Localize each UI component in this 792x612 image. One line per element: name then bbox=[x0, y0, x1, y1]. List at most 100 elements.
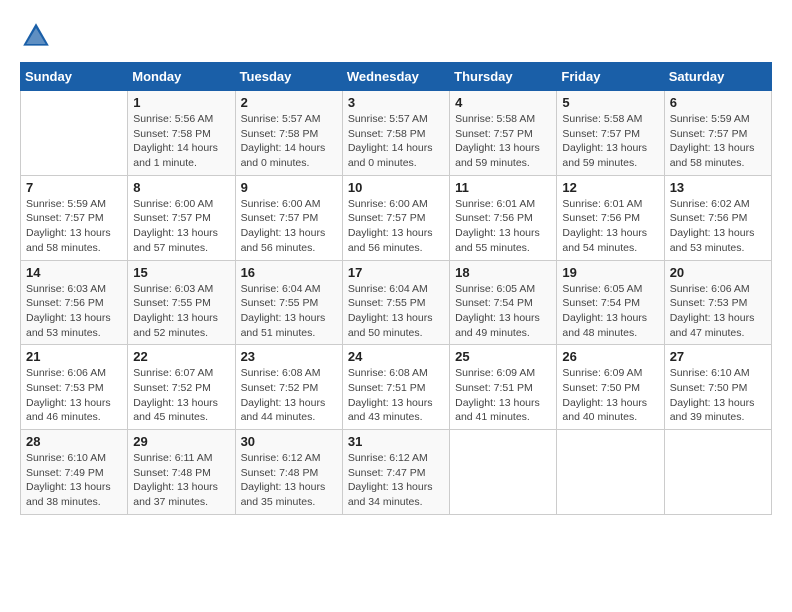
day-info: Sunrise: 6:03 AM Sunset: 7:55 PM Dayligh… bbox=[133, 282, 229, 341]
logo bbox=[20, 20, 56, 52]
day-cell bbox=[557, 430, 664, 515]
weekday-tuesday: Tuesday bbox=[235, 63, 342, 91]
day-cell: 13 Sunrise: 6:02 AM Sunset: 7:56 PM Dayli… bbox=[664, 175, 771, 260]
day-cell: 5 Sunrise: 5:58 AM Sunset: 7:57 PM Daylig… bbox=[557, 91, 664, 176]
day-info: Sunrise: 6:03 AM Sunset: 7:56 PM Dayligh… bbox=[26, 282, 122, 341]
day-info: Sunrise: 6:10 AM Sunset: 7:50 PM Dayligh… bbox=[670, 366, 766, 425]
day-number: 2 bbox=[241, 95, 337, 110]
day-info: Sunrise: 6:10 AM Sunset: 7:49 PM Dayligh… bbox=[26, 451, 122, 510]
day-cell: 2 Sunrise: 5:57 AM Sunset: 7:58 PM Daylig… bbox=[235, 91, 342, 176]
day-cell: 22 Sunrise: 6:07 AM Sunset: 7:52 PM Dayli… bbox=[128, 345, 235, 430]
week-row-3: 14 Sunrise: 6:03 AM Sunset: 7:56 PM Dayli… bbox=[21, 260, 772, 345]
day-number: 7 bbox=[26, 180, 122, 195]
weekday-thursday: Thursday bbox=[450, 63, 557, 91]
day-number: 12 bbox=[562, 180, 658, 195]
day-number: 8 bbox=[133, 180, 229, 195]
day-info: Sunrise: 6:09 AM Sunset: 7:51 PM Dayligh… bbox=[455, 366, 551, 425]
weekday-wednesday: Wednesday bbox=[342, 63, 449, 91]
day-info: Sunrise: 5:58 AM Sunset: 7:57 PM Dayligh… bbox=[455, 112, 551, 171]
day-number: 27 bbox=[670, 349, 766, 364]
day-number: 10 bbox=[348, 180, 444, 195]
day-info: Sunrise: 6:02 AM Sunset: 7:56 PM Dayligh… bbox=[670, 197, 766, 256]
day-number: 22 bbox=[133, 349, 229, 364]
day-cell: 15Sunrise: 6:03 AM Sunset: 7:55 PM Dayli… bbox=[128, 260, 235, 345]
day-number: 30 bbox=[241, 434, 337, 449]
day-cell bbox=[21, 91, 128, 176]
day-cell: 29 Sunrise: 6:11 AM Sunset: 7:48 PM Dayli… bbox=[128, 430, 235, 515]
day-info: Sunrise: 6:00 AM Sunset: 7:57 PM Dayligh… bbox=[348, 197, 444, 256]
day-cell: 21 Sunrise: 6:06 AM Sunset: 7:53 PM Dayli… bbox=[21, 345, 128, 430]
calendar-body: 1 Sunrise: 5:56 AM Sunset: 7:58 PM Daylig… bbox=[21, 91, 772, 515]
day-number: 16 bbox=[241, 265, 337, 280]
day-info: Sunrise: 6:08 AM Sunset: 7:52 PM Dayligh… bbox=[241, 366, 337, 425]
weekday-saturday: Saturday bbox=[664, 63, 771, 91]
day-number: 20 bbox=[670, 265, 766, 280]
day-cell: 11 Sunrise: 6:01 AM Sunset: 7:56 PM Dayli… bbox=[450, 175, 557, 260]
day-cell: 20 Sunrise: 6:06 AM Sunset: 7:53 PM Dayli… bbox=[664, 260, 771, 345]
day-info: Sunrise: 6:06 AM Sunset: 7:53 PM Dayligh… bbox=[26, 366, 122, 425]
weekday-sunday: Sunday bbox=[21, 63, 128, 91]
day-cell: 23 Sunrise: 6:08 AM Sunset: 7:52 PM Dayli… bbox=[235, 345, 342, 430]
day-info: Sunrise: 6:06 AM Sunset: 7:53 PM Dayligh… bbox=[670, 282, 766, 341]
day-number: 3 bbox=[348, 95, 444, 110]
day-cell: 7Sunrise: 5:59 AM Sunset: 7:57 PM Daylig… bbox=[21, 175, 128, 260]
day-info: Sunrise: 6:00 AM Sunset: 7:57 PM Dayligh… bbox=[133, 197, 229, 256]
day-number: 24 bbox=[348, 349, 444, 364]
day-info: Sunrise: 5:56 AM Sunset: 7:58 PM Dayligh… bbox=[133, 112, 229, 171]
day-cell: 31 Sunrise: 6:12 AM Sunset: 7:47 PM Dayli… bbox=[342, 430, 449, 515]
day-cell: 10 Sunrise: 6:00 AM Sunset: 7:57 PM Dayli… bbox=[342, 175, 449, 260]
day-number: 6 bbox=[670, 95, 766, 110]
day-info: Sunrise: 6:00 AM Sunset: 7:57 PM Dayligh… bbox=[241, 197, 337, 256]
week-row-1: 1 Sunrise: 5:56 AM Sunset: 7:58 PM Daylig… bbox=[21, 91, 772, 176]
day-info: Sunrise: 6:05 AM Sunset: 7:54 PM Dayligh… bbox=[562, 282, 658, 341]
day-number: 29 bbox=[133, 434, 229, 449]
day-number: 14 bbox=[26, 265, 122, 280]
week-row-5: 28 Sunrise: 6:10 AM Sunset: 7:49 PM Dayli… bbox=[21, 430, 772, 515]
calendar-table: SundayMondayTuesdayWednesdayThursdayFrid… bbox=[20, 62, 772, 515]
day-number: 5 bbox=[562, 95, 658, 110]
day-number: 25 bbox=[455, 349, 551, 364]
day-cell: 25 Sunrise: 6:09 AM Sunset: 7:51 PM Dayli… bbox=[450, 345, 557, 430]
day-number: 26 bbox=[562, 349, 658, 364]
day-info: Sunrise: 5:58 AM Sunset: 7:57 PM Dayligh… bbox=[562, 112, 658, 171]
day-cell: 19 Sunrise: 6:05 AM Sunset: 7:54 PM Dayli… bbox=[557, 260, 664, 345]
week-row-4: 21 Sunrise: 6:06 AM Sunset: 7:53 PM Dayli… bbox=[21, 345, 772, 430]
day-cell: 6 Sunrise: 5:59 AM Sunset: 7:57 PM Daylig… bbox=[664, 91, 771, 176]
day-info: Sunrise: 6:09 AM Sunset: 7:50 PM Dayligh… bbox=[562, 366, 658, 425]
day-number: 9 bbox=[241, 180, 337, 195]
day-cell: 9 Sunrise: 6:00 AM Sunset: 7:57 PM Daylig… bbox=[235, 175, 342, 260]
day-number: 11 bbox=[455, 180, 551, 195]
day-info: Sunrise: 6:01 AM Sunset: 7:56 PM Dayligh… bbox=[455, 197, 551, 256]
day-number: 4 bbox=[455, 95, 551, 110]
day-info: Sunrise: 6:04 AM Sunset: 7:55 PM Dayligh… bbox=[241, 282, 337, 341]
weekday-header-row: SundayMondayTuesdayWednesdayThursdayFrid… bbox=[21, 63, 772, 91]
day-number: 17 bbox=[348, 265, 444, 280]
day-info: Sunrise: 6:12 AM Sunset: 7:48 PM Dayligh… bbox=[241, 451, 337, 510]
day-info: Sunrise: 6:12 AM Sunset: 7:47 PM Dayligh… bbox=[348, 451, 444, 510]
week-row-2: 7Sunrise: 5:59 AM Sunset: 7:57 PM Daylig… bbox=[21, 175, 772, 260]
day-cell: 8 Sunrise: 6:00 AM Sunset: 7:57 PM Daylig… bbox=[128, 175, 235, 260]
logo-icon bbox=[20, 20, 52, 52]
day-cell: 24Sunrise: 6:08 AM Sunset: 7:51 PM Dayli… bbox=[342, 345, 449, 430]
day-cell: 1 Sunrise: 5:56 AM Sunset: 7:58 PM Daylig… bbox=[128, 91, 235, 176]
day-number: 31 bbox=[348, 434, 444, 449]
day-cell: 17Sunrise: 6:04 AM Sunset: 7:55 PM Dayli… bbox=[342, 260, 449, 345]
day-cell: 30 Sunrise: 6:12 AM Sunset: 7:48 PM Dayli… bbox=[235, 430, 342, 515]
day-info: Sunrise: 5:57 AM Sunset: 7:58 PM Dayligh… bbox=[241, 112, 337, 171]
weekday-monday: Monday bbox=[128, 63, 235, 91]
day-cell: 26 Sunrise: 6:09 AM Sunset: 7:50 PM Dayli… bbox=[557, 345, 664, 430]
day-number: 23 bbox=[241, 349, 337, 364]
day-cell: 18Sunrise: 6:05 AM Sunset: 7:54 PM Dayli… bbox=[450, 260, 557, 345]
day-number: 19 bbox=[562, 265, 658, 280]
day-number: 13 bbox=[670, 180, 766, 195]
day-info: Sunrise: 6:07 AM Sunset: 7:52 PM Dayligh… bbox=[133, 366, 229, 425]
day-number: 1 bbox=[133, 95, 229, 110]
day-info: Sunrise: 6:05 AM Sunset: 7:54 PM Dayligh… bbox=[455, 282, 551, 341]
day-info: Sunrise: 5:59 AM Sunset: 7:57 PM Dayligh… bbox=[670, 112, 766, 171]
day-cell: 12Sunrise: 6:01 AM Sunset: 7:56 PM Dayli… bbox=[557, 175, 664, 260]
day-info: Sunrise: 6:11 AM Sunset: 7:48 PM Dayligh… bbox=[133, 451, 229, 510]
day-cell: 28 Sunrise: 6:10 AM Sunset: 7:49 PM Dayli… bbox=[21, 430, 128, 515]
page-header bbox=[20, 20, 772, 52]
day-number: 28 bbox=[26, 434, 122, 449]
day-number: 21 bbox=[26, 349, 122, 364]
